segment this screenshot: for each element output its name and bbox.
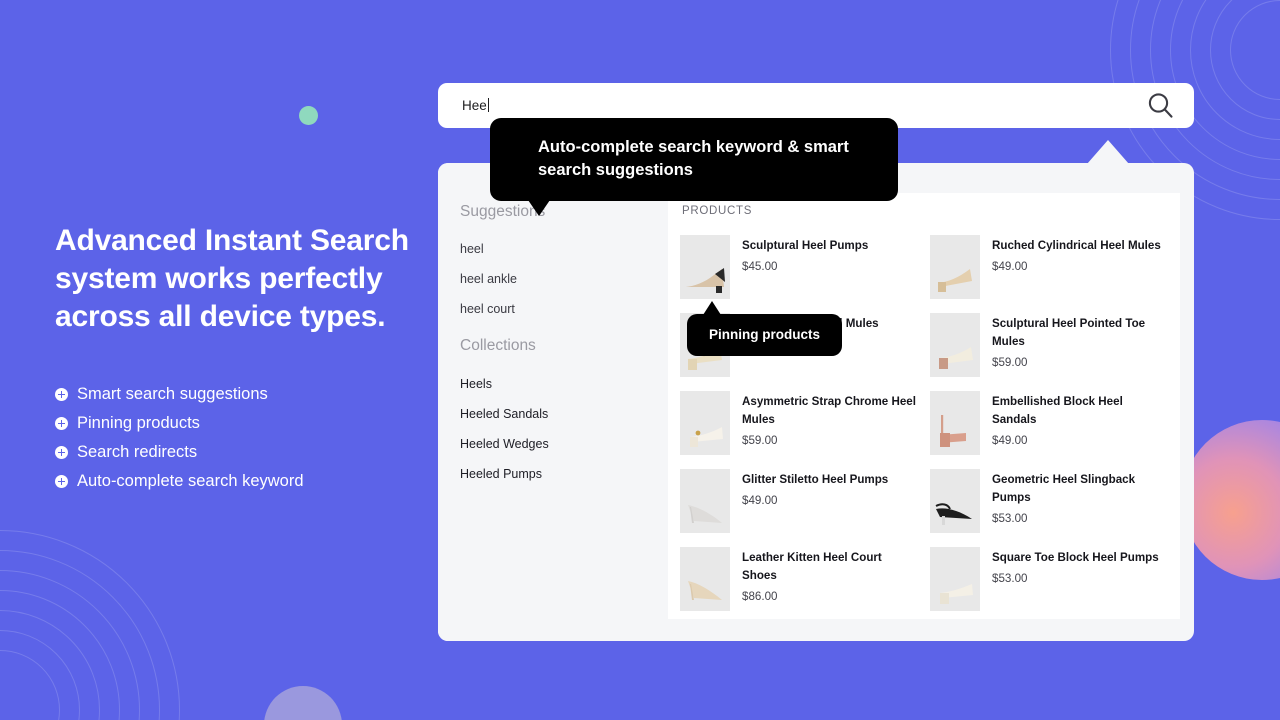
panel-pointer-notch (1087, 140, 1129, 164)
product-thumbnail (680, 391, 730, 455)
product-thumbnail (680, 547, 730, 611)
product-price: $49.00 (742, 494, 778, 507)
mint-dot-decoration (299, 106, 318, 125)
plus-circle-icon (55, 417, 68, 430)
gradient-circle-decoration (1182, 420, 1280, 580)
product-thumbnail (930, 547, 980, 611)
plus-circle-icon (55, 388, 68, 401)
suggestions-heading: Suggestions (460, 203, 546, 220)
ring-decoration (0, 630, 80, 720)
feature-item-search-redirects: Search redirects (55, 438, 425, 467)
product-card[interactable]: Sculptural Heel Pumps $45.00 (680, 231, 924, 309)
ring-decoration (0, 590, 120, 720)
collections-heading: Collections (460, 337, 536, 354)
search-results-panel: Suggestions heel heel ankle heel court C… (438, 163, 1194, 641)
product-card[interactable]: Sculptural Heel Pointed Toe Mules $59.00 (930, 309, 1174, 387)
product-thumbnail (930, 313, 980, 377)
search-icon[interactable] (1145, 90, 1176, 121)
feature-label: Pinning products (77, 414, 200, 432)
product-name: Sculptural Heel Pumps (742, 239, 869, 252)
product-card[interactable]: Geometric Heel Slingback Pumps $53.00 (930, 465, 1174, 543)
product-name: Leather Kitten Heel Court Shoes (742, 551, 882, 582)
ring-decoration (0, 650, 60, 720)
product-name: Sculptural Heel Pointed Toe Mules (992, 317, 1146, 348)
product-card[interactable]: Ruched Cylindrical Heel Mules $49.00 (930, 231, 1174, 309)
product-price: $53.00 (992, 572, 1028, 585)
ring-decoration (1170, 0, 1280, 160)
product-name: Square Toe Block Heel Pumps (992, 551, 1159, 564)
product-name: Ruched Cylindrical Heel Mules (992, 239, 1161, 252)
product-price: $59.00 (992, 356, 1028, 369)
suggestion-item-heel[interactable]: heel (460, 242, 668, 256)
ring-decoration (0, 610, 100, 720)
purple-circle-decoration (264, 686, 342, 720)
feature-list: Smart search suggestions Pinning product… (55, 380, 425, 496)
product-price: $45.00 (742, 260, 778, 273)
collection-item-heels[interactable]: Heels (460, 377, 668, 391)
feature-item-smart-search: Smart search suggestions (55, 380, 425, 409)
product-price: $59.00 (742, 434, 778, 447)
ring-decoration (0, 570, 140, 720)
plus-circle-icon (55, 475, 68, 488)
product-price: $49.00 (992, 260, 1028, 273)
product-card[interactable]: Glitter Stiletto Heel Pumps $49.00 (680, 465, 924, 543)
marketing-copy: Advanced Instant Search system works per… (55, 222, 425, 496)
tooltip-pinning-products: Pinning products (687, 301, 842, 356)
product-thumbnail (930, 469, 980, 533)
product-thumbnail (680, 469, 730, 533)
product-price: $86.00 (742, 590, 778, 603)
product-name: Glitter Stiletto Heel Pumps (742, 473, 889, 486)
collection-item-heeled-wedges[interactable]: Heeled Wedges (460, 437, 668, 451)
suggestions-sidebar: Suggestions heel heel ankle heel court C… (438, 163, 668, 641)
ring-decoration (1210, 0, 1280, 120)
product-thumbnail (680, 235, 730, 299)
page-title: Advanced Instant Search system works per… (55, 224, 409, 333)
ring-decoration (0, 550, 160, 720)
suggestion-item-heel-ankle[interactable]: heel ankle (460, 272, 668, 286)
ring-decoration (1190, 0, 1280, 140)
collection-item-heeled-sandals[interactable]: Heeled Sandals (460, 407, 668, 421)
suggestion-item-heel-court[interactable]: heel court (460, 302, 668, 316)
product-card[interactable]: Embellished Block Heel Sandals $49.00 (930, 387, 1174, 465)
feature-label: Smart search suggestions (77, 385, 268, 403)
collection-item-heeled-pumps[interactable]: Heeled Pumps (460, 467, 668, 481)
feature-item-autocomplete: Auto-complete search keyword (55, 467, 425, 496)
product-card[interactable]: Leather Kitten Heel Court Shoes $86.00 (680, 543, 924, 619)
product-thumbnail (930, 391, 980, 455)
feature-label: Auto-complete search keyword (77, 472, 304, 490)
product-price: $49.00 (992, 434, 1028, 447)
product-card[interactable]: Asymmetric Strap Chrome Heel Mules $59.0… (680, 387, 924, 465)
product-card[interactable]: Square Toe Block Heel Pumps $53.00 (930, 543, 1174, 619)
feature-label: Search redirects (77, 443, 198, 461)
product-price: $53.00 (992, 512, 1028, 525)
product-name: Asymmetric Strap Chrome Heel Mules (742, 395, 916, 426)
product-name: Embellished Block Heel Sandals (992, 395, 1123, 426)
products-grid: Sculptural Heel Pumps $45.00 Ruched Cyli… (680, 231, 1174, 619)
products-pane: PRODUCTS Sculptural Heel Pumps $45.00 Ru… (668, 193, 1180, 619)
products-heading: PRODUCTS (682, 205, 753, 217)
tooltip-autocomplete: Auto-complete search keyword & smart sea… (490, 118, 898, 216)
product-thumbnail (930, 235, 980, 299)
ring-decoration (1230, 0, 1280, 100)
concentric-rings-bottom-left (0, 530, 180, 720)
search-input[interactable]: Hee (462, 98, 1145, 113)
product-name: Geometric Heel Slingback Pumps (992, 473, 1136, 504)
plus-circle-icon (55, 446, 68, 459)
feature-item-pinning-products: Pinning products (55, 409, 425, 438)
